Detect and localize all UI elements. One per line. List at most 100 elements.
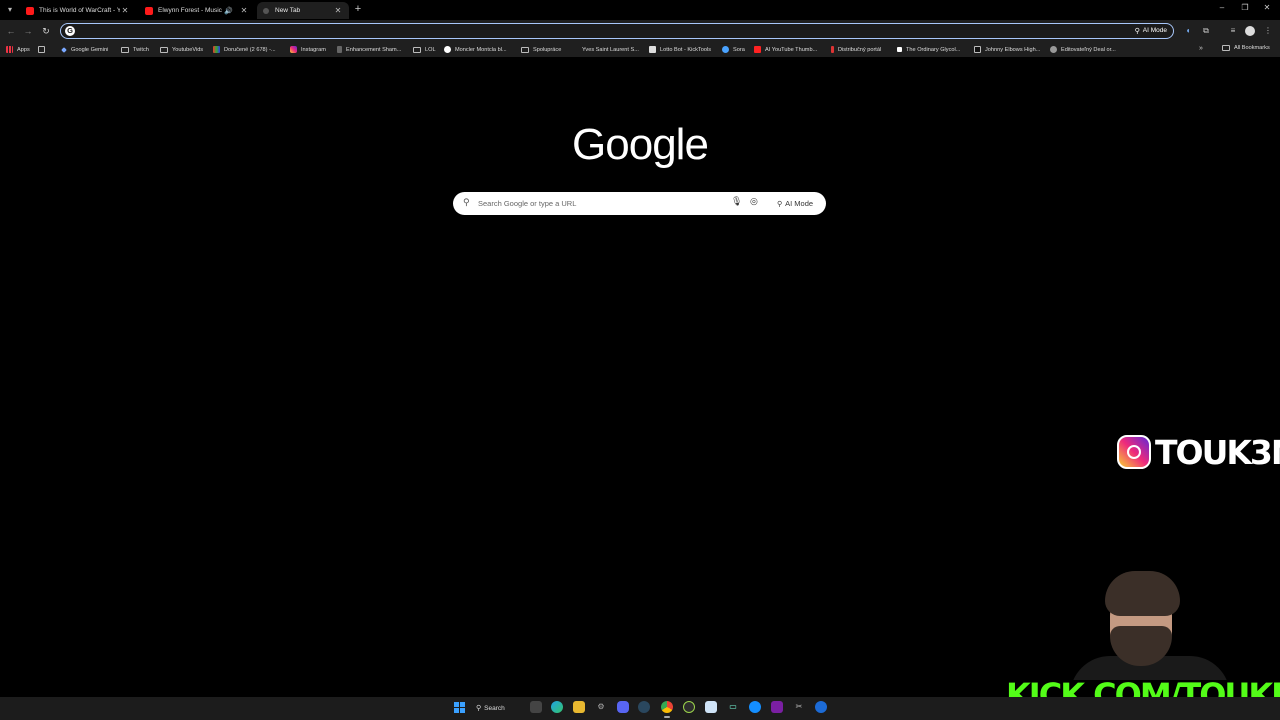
- terminal-icon[interactable]: ▭: [727, 701, 739, 713]
- snipping-icon[interactable]: ✂: [793, 701, 805, 713]
- bookmark-tab-groups[interactable]: [38, 45, 49, 54]
- ai-mode-label: AI Mode: [785, 199, 814, 208]
- tab-title: New Tab: [275, 7, 301, 14]
- bookmark-google-gemini[interactable]: Google Gemini: [61, 45, 108, 54]
- bookmark-apps[interactable]: Apps: [6, 45, 30, 54]
- all-bookmarks-label: All Bookmarks: [1234, 45, 1270, 51]
- webcam-person-hair: [1105, 571, 1180, 616]
- bookmark-twitch[interactable]: Twitch: [121, 45, 149, 54]
- discord-icon[interactable]: [617, 701, 629, 713]
- reload-icon[interactable]: ↻: [40, 25, 52, 37]
- windows-start-icon[interactable]: [454, 702, 465, 713]
- address-input[interactable]: [78, 24, 1078, 37]
- extensions-puzzle-icon[interactable]: ⧉: [1201, 26, 1211, 36]
- folder-icon: [521, 46, 529, 53]
- bookmark-johnny-elbows[interactable]: Johnny Elbows High...: [974, 45, 1040, 54]
- close-tab-icon[interactable]: ✕: [120, 6, 130, 15]
- bookmark-enhancement-shaman[interactable]: Enhancement Sham...: [337, 45, 401, 54]
- close-window-icon[interactable]: ✕: [1259, 3, 1275, 12]
- chrome-icon[interactable]: [661, 701, 673, 718]
- opera-gx-icon[interactable]: [815, 701, 827, 713]
- bookmark-sora[interactable]: Sora: [722, 45, 745, 54]
- bookmark-label: AI YouTube Thumb...: [765, 46, 818, 53]
- bookmark-spoluprace[interactable]: Spolupráce: [521, 45, 561, 54]
- ntp-search-box[interactable]: ⚲ 🎙 ◎ ⚲ AI Mode: [453, 192, 826, 215]
- bookmark-label: The Ordinary Glycol...: [906, 46, 961, 53]
- search-icon: ⚲: [476, 705, 482, 712]
- microphone-icon[interactable]: 🎙: [731, 196, 742, 207]
- bookmark-the-ordinary[interactable]: The Ordinary Glycol...: [897, 45, 960, 54]
- bookmark-lotto-bot[interactable]: Lotto Bot - KickTools: [649, 45, 711, 54]
- bookmark-gmail[interactable]: Doručené (2 678) -...: [213, 45, 276, 54]
- bookmark-label: Johnny Elbows High...: [985, 46, 1041, 53]
- close-tab-icon[interactable]: ✕: [239, 6, 249, 15]
- google-lens-icon[interactable]: ◎: [750, 196, 758, 207]
- tab-strip: ▾ This is World of WarCraft - You ✕ Elwy…: [0, 0, 1280, 20]
- file-explorer-icon[interactable]: [573, 701, 585, 713]
- bookmark-ai-youtube-thumb[interactable]: AI YouTube Thumb...: [754, 45, 817, 54]
- battlenet-icon[interactable]: [749, 701, 761, 713]
- forward-arrow-icon[interactable]: →: [22, 25, 34, 37]
- bookmark-label: Doručené (2 678) -...: [224, 46, 276, 53]
- media-wave-icon[interactable]: ◖: [1183, 26, 1193, 36]
- youtube-icon: [26, 6, 34, 15]
- bookmark-moncler[interactable]: Moncler Montcla bl...: [444, 45, 507, 54]
- gmail-icon: [213, 46, 220, 53]
- bookmark-distribucny-portal[interactable]: Distribučný portál: [831, 45, 881, 54]
- gear-icon[interactable]: ⚙: [595, 701, 607, 713]
- google-logo: Google: [572, 120, 709, 169]
- nvidia-icon[interactable]: [771, 701, 783, 713]
- all-bookmarks-button[interactable]: All Bookmarks: [1222, 45, 1270, 51]
- bookmark-label: Yves Saint Laurent S...: [582, 46, 639, 53]
- windows-taskbar: ⚲ Search ⚙ ▭ ✂: [0, 697, 1280, 720]
- edge-icon[interactable]: [551, 701, 563, 713]
- ntp-ai-mode-button[interactable]: ⚲ AI Mode: [771, 195, 819, 212]
- address-bar[interactable]: G ⚲ AI Mode: [60, 23, 1174, 39]
- tab-new-tab[interactable]: New Tab ✕: [257, 2, 349, 19]
- folder-icon: [1222, 45, 1230, 51]
- tab-world-of-warcraft[interactable]: This is World of WarCraft - You ✕: [20, 2, 136, 19]
- bookmark-label: Apps: [17, 46, 30, 53]
- taskbar-search-button[interactable]: ⚲ Search: [476, 702, 505, 714]
- kebab-menu-icon[interactable]: ⋮: [1263, 26, 1273, 36]
- bookmark-instagram[interactable]: Instagram: [290, 45, 326, 54]
- tiktok-icon: [974, 46, 981, 53]
- media-controls-icon[interactable]: ≡: [1228, 26, 1238, 36]
- restore-icon[interactable]: ❐: [1237, 3, 1253, 12]
- tab-elwynn-forest[interactable]: Elwynn Forest - Music & Ri 🔊 ✕: [139, 2, 255, 19]
- ntp-search-input[interactable]: [478, 196, 718, 211]
- tab-search-chevron-icon[interactable]: ▾: [4, 4, 16, 16]
- google-g-icon: G: [65, 26, 75, 36]
- bookmark-label: Editovateľný Deal or...: [1061, 46, 1116, 53]
- instagram-icon: [290, 46, 297, 53]
- bookmark-youtubevids[interactable]: YoutubeVids: [160, 45, 203, 54]
- bookmarks-overflow-chevron-icon[interactable]: »: [1199, 45, 1203, 52]
- bookmark-label: Spolupráce: [533, 46, 562, 53]
- omnibox-ai-mode-button[interactable]: ⚲ AI Mode: [1135, 25, 1167, 36]
- taskbar-search-label: Search: [484, 704, 505, 712]
- bookmark-ysl[interactable]: Yves Saint Laurent S...: [582, 45, 639, 54]
- notepad-icon[interactable]: [705, 701, 717, 713]
- task-view-icon[interactable]: [530, 701, 542, 713]
- bookmark-label: LOL: [425, 46, 436, 53]
- steam-icon[interactable]: [638, 701, 650, 713]
- speaker-icon[interactable]: 🔊: [224, 7, 233, 15]
- bookmarks-bar: Apps Google Gemini Twitch YoutubeVids Do…: [0, 42, 1280, 57]
- google-icon: [444, 46, 451, 53]
- bookmark-label: Enhancement Sham...: [346, 46, 402, 53]
- xbox-icon[interactable]: [683, 701, 695, 713]
- minimize-icon[interactable]: –: [1214, 3, 1230, 12]
- close-tab-icon[interactable]: ✕: [333, 6, 343, 15]
- page-icon: [337, 46, 342, 53]
- ai-search-icon: ⚲: [777, 200, 783, 208]
- bookmark-editovatelny-deal[interactable]: Editovateľný Deal or...: [1050, 45, 1116, 54]
- new-tab-plus-icon[interactable]: +: [352, 3, 364, 15]
- sora-icon: [722, 46, 729, 53]
- bookmark-label: YoutubeVids: [172, 46, 204, 53]
- profile-avatar[interactable]: [1245, 26, 1255, 36]
- instagram-icon: [1117, 435, 1151, 469]
- gemini-icon: [61, 46, 67, 53]
- back-arrow-icon[interactable]: ←: [5, 25, 17, 37]
- bookmark-lol[interactable]: LOL: [413, 45, 436, 54]
- new-tab-icon: [263, 7, 269, 14]
